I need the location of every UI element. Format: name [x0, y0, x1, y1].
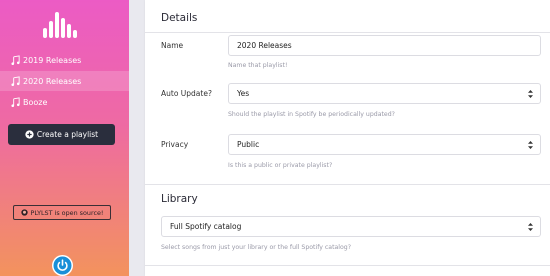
plus-circle-icon [25, 130, 34, 139]
app-logo-icon[interactable] [43, 12, 81, 38]
sidebar-item-label: Booze [23, 97, 48, 107]
github-icon [20, 209, 28, 216]
library-help: Select songs from just your library or t… [161, 244, 352, 251]
library-value: Full Spotify catalog [170, 222, 242, 231]
name-label: Name [161, 41, 184, 50]
library-heading: Library [161, 193, 198, 205]
select-caret-icon [528, 141, 533, 149]
sidebar-item-label: 2019 Releases [23, 55, 82, 65]
sidebar-item-booze[interactable]: Booze [0, 92, 129, 112]
name-help: Name that playlist! [228, 62, 288, 69]
privacy-select[interactable]: Public [228, 134, 541, 155]
create-playlist-button[interactable]: Create a playlist [8, 124, 115, 145]
select-caret-icon [528, 223, 533, 231]
auto-update-select[interactable]: Yes [228, 83, 541, 104]
open-source-link[interactable]: PLYLST is open source! [13, 205, 111, 220]
divider [145, 184, 550, 185]
sidebar-item-2020-releases[interactable]: 2020 Releases [0, 71, 129, 91]
privacy-help: Is this a public or private playlist? [228, 162, 333, 169]
power-badge[interactable] [52, 255, 73, 276]
name-input[interactable]: 2020 Releases [228, 35, 541, 56]
playlist-form: Details Name 2020 Releases Name that pla… [145, 0, 550, 276]
auto-update-help: Should the playlist in Spotify be period… [228, 111, 395, 118]
music-note-icon [11, 75, 20, 86]
power-icon [53, 256, 72, 275]
sidebar-item-label: 2020 Releases [23, 76, 82, 86]
details-heading: Details [161, 12, 198, 24]
auto-update-value: Yes [237, 89, 250, 98]
playlist-nav: 2019 Releases 2020 Releases Booze [0, 50, 129, 113]
name-input-value: 2020 Releases [237, 41, 292, 50]
library-select[interactable]: Full Spotify catalog [161, 216, 541, 237]
auto-update-label: Auto Update? [161, 89, 212, 98]
music-note-icon [11, 54, 20, 65]
create-playlist-label: Create a playlist [36, 130, 99, 139]
sidebar-item-2019-releases[interactable]: 2019 Releases [0, 50, 129, 70]
music-note-icon [11, 96, 20, 107]
select-caret-icon [528, 90, 533, 98]
privacy-label: Privacy [161, 140, 189, 149]
sidebar: 2019 Releases 2020 Releases Booze Create… [0, 0, 129, 276]
open-source-label: PLYLST is open source! [30, 208, 104, 217]
divider [145, 32, 550, 33]
privacy-value: Public [237, 140, 260, 149]
divider [145, 265, 550, 266]
